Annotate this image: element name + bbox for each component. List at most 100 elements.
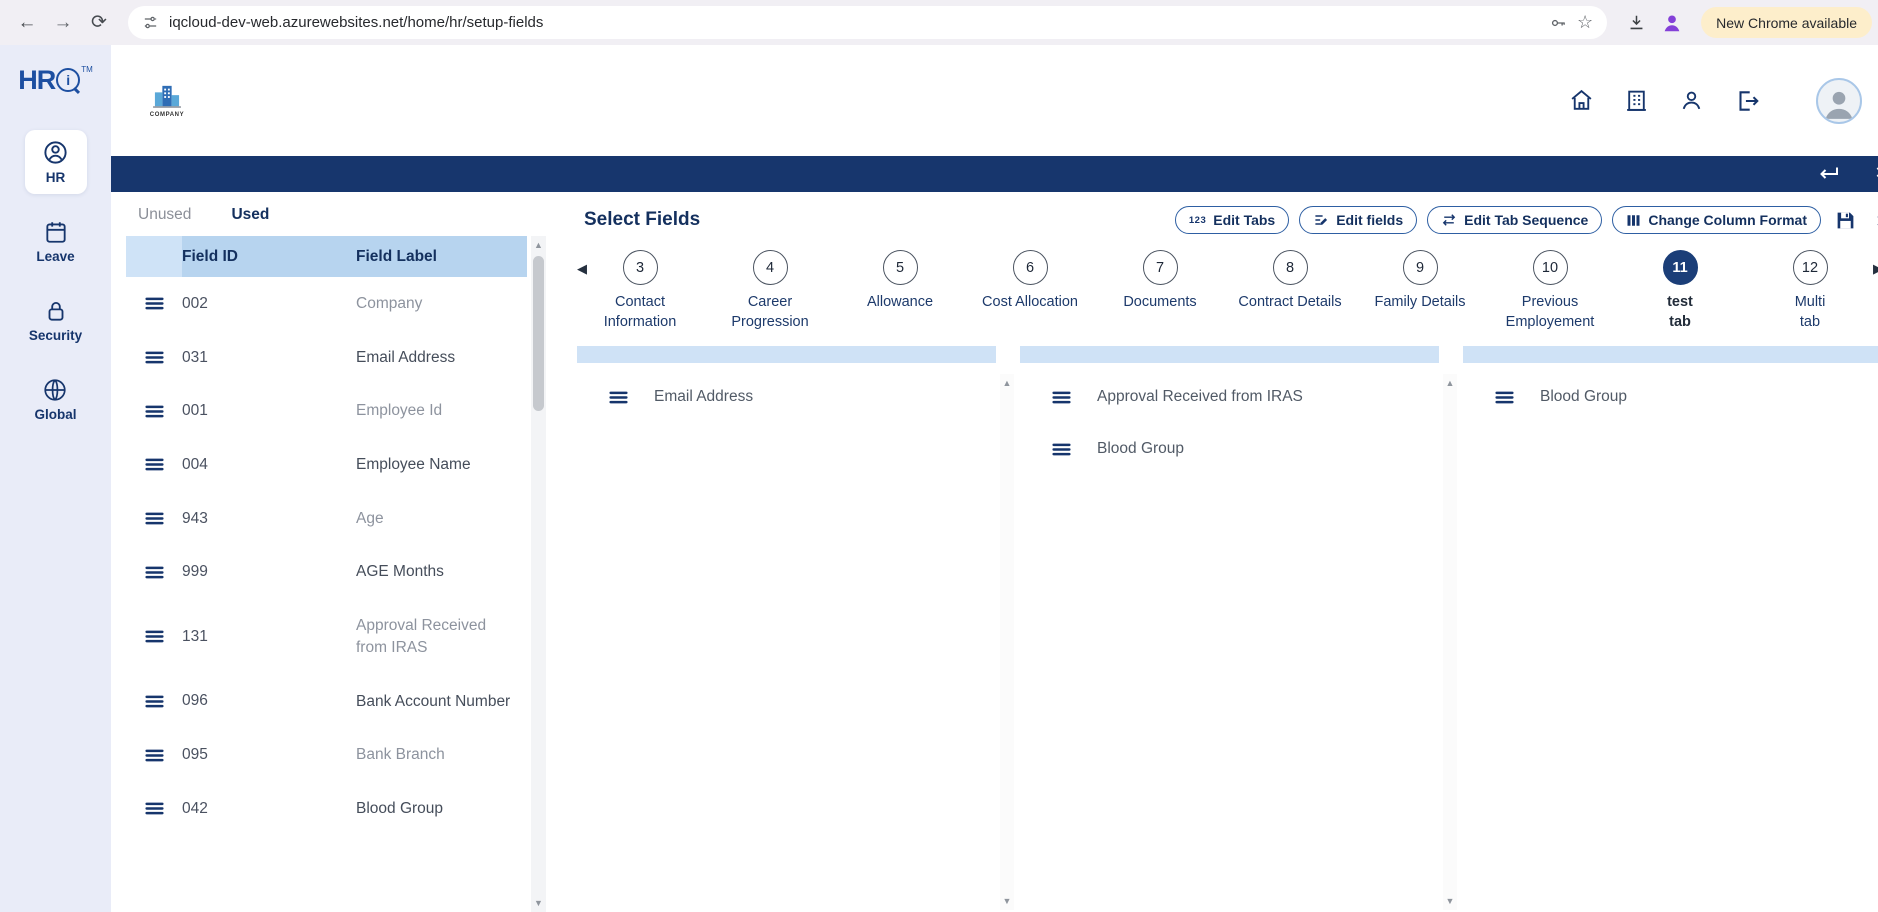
scroll-up-icon[interactable]: ▲ — [1003, 374, 1012, 392]
drag-handle-icon[interactable] — [126, 458, 182, 471]
tab-number[interactable]: 5 — [883, 250, 918, 285]
browser-back-button[interactable]: ← — [10, 6, 44, 40]
field-tab-7[interactable]: 7 Documents — [1095, 250, 1225, 332]
user-avatar[interactable] — [1816, 78, 1862, 124]
tab-number[interactable]: 4 — [753, 250, 788, 285]
tab-number[interactable]: 3 — [623, 250, 658, 285]
drag-handle-icon[interactable] — [126, 297, 182, 310]
list-item[interactable]: Email Address — [577, 371, 996, 423]
tab-number[interactable]: 8 — [1273, 250, 1308, 285]
sidebar-item-label: HR — [46, 170, 66, 185]
field-tab-8[interactable]: 8 Contract Details — [1225, 250, 1355, 332]
table-row[interactable]: 131 Approval Received from IRAS — [126, 599, 527, 674]
scroll-down-icon[interactable]: ▼ — [534, 894, 543, 912]
fields-table-scrollbar[interactable]: ▲ ▼ — [531, 236, 546, 912]
field-id: 001 — [182, 402, 356, 420]
drag-handle-icon[interactable] — [1052, 443, 1071, 456]
column-scrollbar[interactable]: ▲ ▼ — [1000, 374, 1014, 910]
user-icon[interactable] — [1679, 88, 1704, 113]
table-row[interactable]: 042 Blood Group — [126, 782, 527, 836]
drag-handle-icon[interactable] — [126, 802, 182, 815]
field-tab-4[interactable]: 4 Career Progression — [705, 250, 835, 332]
downloads-icon[interactable] — [1619, 6, 1653, 40]
drag-handle-icon[interactable] — [126, 749, 182, 762]
field-tab-5[interactable]: 5 Allowance — [835, 250, 965, 332]
browser-reload-button[interactable]: ⟳ — [82, 6, 116, 40]
field-label: Approval Received from IRAS — [356, 615, 527, 658]
browser-toolbar: ← → ⟳ iqcloud-dev-web.azurewebsites.net/… — [0, 0, 1878, 45]
tab-number[interactable]: 9 — [1403, 250, 1438, 285]
field-label: Company — [356, 293, 527, 315]
drag-handle-icon[interactable] — [609, 391, 628, 404]
field-tab-11[interactable]: 11 test tab — [1615, 250, 1745, 332]
scroll-down-icon[interactable]: ▼ — [1446, 892, 1455, 910]
scroll-up-icon[interactable]: ▲ — [1446, 374, 1455, 392]
logout-icon[interactable] — [1734, 88, 1760, 114]
sidebar-item-hr[interactable]: HR — [25, 130, 87, 194]
table-row[interactable]: 943 Age — [126, 492, 527, 546]
tab-unused[interactable]: Unused — [138, 206, 191, 224]
drag-handle-icon[interactable] — [126, 351, 182, 364]
table-row[interactable]: 031 Email Address — [126, 331, 527, 385]
drag-handle-icon[interactable] — [126, 405, 182, 418]
drag-handle-icon[interactable] — [126, 566, 182, 579]
table-row[interactable]: 096 Bank Account Number — [126, 675, 527, 729]
edit-tabs-button[interactable]: 123 Edit Tabs — [1175, 206, 1289, 234]
drag-handle-icon[interactable] — [1495, 391, 1514, 404]
home-icon[interactable] — [1569, 88, 1594, 113]
field-tab-9[interactable]: 9 Family Details — [1355, 250, 1485, 332]
scroll-up-icon[interactable]: ▲ — [534, 236, 543, 254]
table-row[interactable]: 002 Company — [126, 277, 527, 331]
company-building-icon[interactable] — [1624, 88, 1649, 113]
tab-number[interactable]: 10 — [1533, 250, 1568, 285]
table-row[interactable]: 004 Employee Name — [126, 438, 527, 492]
edit-tab-sequence-button[interactable]: Edit Tab Sequence — [1427, 206, 1602, 234]
edit-fields-button[interactable]: Edit fields — [1299, 206, 1417, 234]
table-row[interactable]: 999 AGE Months — [126, 545, 527, 599]
list-item[interactable]: Approval Received from IRAS — [1020, 371, 1439, 423]
browser-forward-button[interactable]: → — [46, 6, 80, 40]
field-tab-6[interactable]: 6 Cost Allocation — [965, 250, 1095, 332]
url-text[interactable]: iqcloud-dev-web.azurewebsites.net/home/h… — [169, 14, 1539, 31]
tab-number[interactable]: 11 — [1663, 250, 1698, 285]
scrollbar-thumb[interactable] — [533, 256, 544, 411]
field-tab-3[interactable]: 3 Contact Information — [599, 250, 705, 332]
field-item-label: Email Address — [654, 388, 753, 406]
drag-handle-icon[interactable] — [126, 512, 182, 525]
bookmark-star-icon[interactable]: ☆ — [1577, 12, 1593, 33]
tab-number[interactable]: 7 — [1143, 250, 1178, 285]
column-scrollbar[interactable]: ▲ ▼ — [1443, 374, 1457, 910]
tab-number[interactable]: 6 — [1013, 250, 1048, 285]
drag-handle-icon[interactable] — [1052, 391, 1071, 404]
field-id: 131 — [182, 628, 356, 646]
tabs-scroll-left-icon[interactable]: ◀ — [577, 250, 599, 332]
field-tab-12[interactable]: 12 Multi tab — [1745, 250, 1875, 332]
drag-handle-icon[interactable] — [126, 695, 182, 708]
tabs-scroll-right-icon[interactable]: ▶ — [1873, 261, 1878, 277]
sidebar-item-global[interactable]: Global — [22, 368, 88, 431]
sidebar-item-leave[interactable]: Leave — [24, 210, 86, 273]
scroll-down-icon[interactable]: ▼ — [1003, 892, 1012, 910]
company-logo: COMPANY — [149, 84, 185, 118]
browser-profile-icon[interactable] — [1655, 6, 1689, 40]
list-item[interactable]: Blood Group — [1463, 371, 1878, 423]
clipped-close-icon[interactable]: ✕ — [1875, 163, 1878, 183]
change-column-format-button[interactable]: Change Column Format — [1612, 206, 1821, 234]
chrome-update-chip[interactable]: New Chrome available — [1701, 7, 1872, 38]
select-fields-panel: Select Fields 123 Edit Tabs — [565, 192, 1878, 912]
list-item[interactable]: Blood Group — [1020, 423, 1439, 475]
tab-number[interactable]: 12 — [1793, 250, 1828, 285]
tab-label: Previous Employement — [1491, 293, 1609, 332]
globe-icon — [42, 377, 68, 403]
return-arrow-icon[interactable] — [1816, 162, 1840, 186]
tab-used[interactable]: Used — [231, 206, 269, 224]
save-icon[interactable] — [1835, 210, 1856, 231]
table-row[interactable]: 095 Bank Branch — [126, 728, 527, 782]
address-bar[interactable]: iqcloud-dev-web.azurewebsites.net/home/h… — [128, 6, 1607, 39]
site-info-icon[interactable] — [142, 14, 159, 31]
field-tab-10[interactable]: 10 Previous Employement — [1485, 250, 1615, 332]
table-row[interactable]: 001 Employee Id — [126, 384, 527, 438]
password-key-icon[interactable] — [1549, 14, 1567, 32]
drag-handle-icon[interactable] — [126, 630, 182, 643]
sidebar-item-security[interactable]: Security — [17, 289, 94, 352]
